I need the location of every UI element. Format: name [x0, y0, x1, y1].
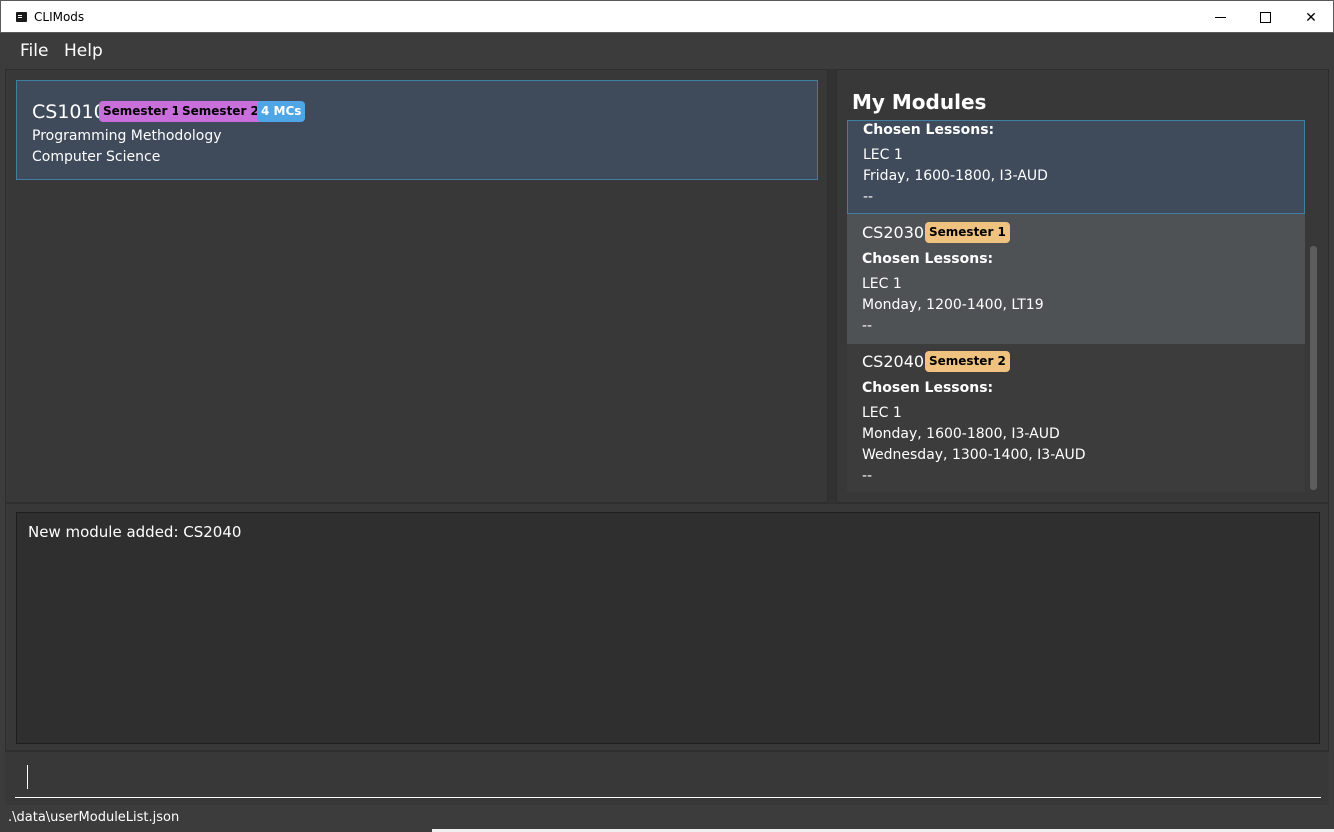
result-display: New module added: CS2040 — [16, 512, 1320, 744]
save-file-path: .\data\userModuleList.json — [8, 810, 180, 825]
terminal-icon — [16, 12, 27, 22]
module-title: Programming Methodology — [32, 128, 222, 144]
minimize-icon — [1214, 17, 1226, 18]
close-button[interactable]: ✕ — [1288, 1, 1334, 34]
minimize-button[interactable] — [1197, 1, 1243, 34]
maximize-icon — [1259, 12, 1271, 23]
lesson-line: -- — [862, 468, 873, 484]
title-bar: CLIMods ✕ — [0, 0, 1334, 33]
module-department: Computer Science — [32, 149, 161, 165]
window-title: CLIMods — [34, 10, 85, 24]
lesson-line: LEC 1 — [863, 147, 903, 163]
my-module-card[interactable]: Chosen Lessons: LEC 1 Friday, 1600-1800,… — [847, 120, 1305, 214]
text-caret — [27, 765, 28, 789]
my-modules-panel: My Modules Chosen Lessons: LEC 1 Friday,… — [836, 69, 1329, 503]
menu-help[interactable]: Help — [64, 41, 103, 61]
command-box-panel — [5, 751, 1329, 805]
chosen-lessons-label: Chosen Lessons: — [863, 122, 995, 138]
status-bar: .\data\userModuleList.json — [0, 805, 1334, 832]
module-code: CS2040 — [862, 352, 925, 371]
lesson-line: Monday, 1200-1400, LT19 — [862, 297, 1044, 313]
result-message: New module added: CS2040 — [28, 523, 242, 541]
chosen-lessons-label: Chosen Lessons: — [862, 380, 994, 396]
lesson-line: Friday, 1600-1800, I3-AUD — [863, 168, 1048, 184]
semester-tag: Semester 2 — [178, 101, 263, 122]
split-pane-divider[interactable] — [828, 69, 836, 503]
result-display-panel: New module added: CS2040 — [5, 503, 1329, 751]
my-modules-list: Chosen Lessons: LEC 1 Friday, 1600-1800,… — [847, 120, 1305, 492]
semester-tag: Semester 1 — [925, 222, 1010, 243]
module-code: CS1010 — [32, 101, 106, 123]
semester-tag: Semester 1 — [99, 101, 184, 122]
my-module-card-cs2030[interactable]: CS2030 Semester 1 Chosen Lessons: LEC 1 … — [847, 214, 1305, 344]
scrollbar-thumb[interactable] — [1310, 246, 1317, 490]
semester-tag: Semester 2 — [925, 351, 1010, 372]
lesson-line: Wednesday, 1300-1400, I3-AUD — [862, 447, 1086, 463]
my-modules-heading: My Modules — [852, 90, 987, 114]
command-input[interactable] — [15, 758, 1321, 798]
my-modules-scrollbar[interactable] — [1308, 120, 1318, 492]
module-list-panel: CS1010 Semester 1 Semester 2 4 MCs Progr… — [5, 69, 828, 503]
menu-file[interactable]: File — [20, 41, 48, 61]
lesson-line: LEC 1 — [862, 405, 902, 421]
credits-tag: 4 MCs — [257, 101, 306, 122]
my-module-card-cs2040[interactable]: CS2040 Semester 2 Chosen Lessons: LEC 1 … — [847, 344, 1305, 492]
module-card-cs1010[interactable]: CS1010 Semester 1 Semester 2 4 MCs Progr… — [16, 80, 818, 180]
lesson-line: Monday, 1600-1800, I3-AUD — [862, 426, 1060, 442]
lesson-line: -- — [863, 189, 874, 205]
menu-bar: File Help — [5, 33, 1329, 69]
lesson-line: -- — [862, 318, 873, 334]
chosen-lessons-label: Chosen Lessons: — [862, 251, 994, 267]
maximize-button[interactable] — [1242, 1, 1288, 34]
lesson-line: LEC 1 — [862, 276, 902, 292]
module-code: CS2030 — [862, 223, 925, 242]
close-icon: ✕ — [1305, 9, 1317, 26]
